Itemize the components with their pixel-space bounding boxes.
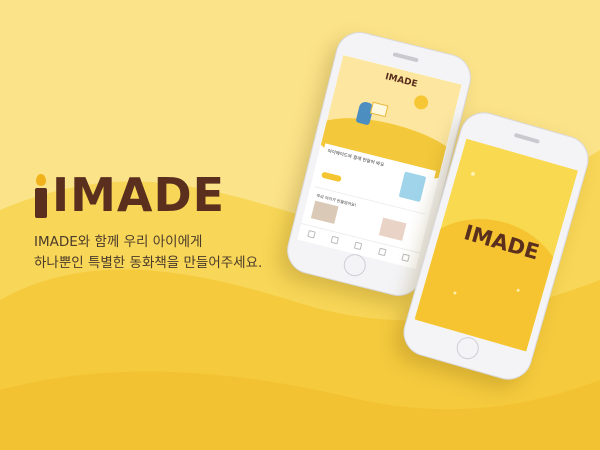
tab-library[interactable] — [349, 240, 368, 252]
brand-block: IMADE IMADE와 함께 우리 아이에게 하나뿐인 특별한 동화책을 만들… — [34, 172, 294, 274]
phone-speaker — [392, 52, 419, 63]
imade-logo: IMADE — [34, 172, 294, 218]
tab-my[interactable] — [396, 252, 415, 264]
tab-make[interactable] — [325, 235, 344, 247]
tagline-line-2: 하나뿐인 특별한 동화책을 만들어주세요. — [34, 255, 263, 271]
i-candle-icon — [34, 172, 48, 218]
phone-home-button — [454, 334, 482, 362]
tab-cart[interactable] — [372, 246, 391, 258]
book-box-illustration — [398, 171, 427, 203]
header-logo: IMADE — [384, 72, 419, 90]
tab-home[interactable] — [301, 229, 320, 241]
create-card-button[interactable] — [321, 171, 342, 183]
sun-illustration — [412, 93, 430, 111]
user-icon — [401, 253, 411, 263]
tagline: IMADE와 함께 우리 아이에게 하나뿐인 특별한 동화책을 만들어주세요. — [34, 232, 294, 274]
book-thumbnail[interactable] — [378, 217, 407, 241]
sparkle-dot — [470, 171, 476, 177]
book-thumbnail[interactable] — [310, 200, 339, 224]
phone-speaker — [513, 132, 540, 144]
book-icon — [354, 241, 363, 251]
pencil-icon — [330, 235, 340, 245]
book-illustration — [369, 101, 389, 118]
home-icon — [306, 229, 316, 239]
cart-icon — [377, 247, 387, 257]
logo-text: IMADE — [52, 168, 226, 222]
tagline-line-1: IMADE와 함께 우리 아이에게 — [34, 234, 203, 250]
